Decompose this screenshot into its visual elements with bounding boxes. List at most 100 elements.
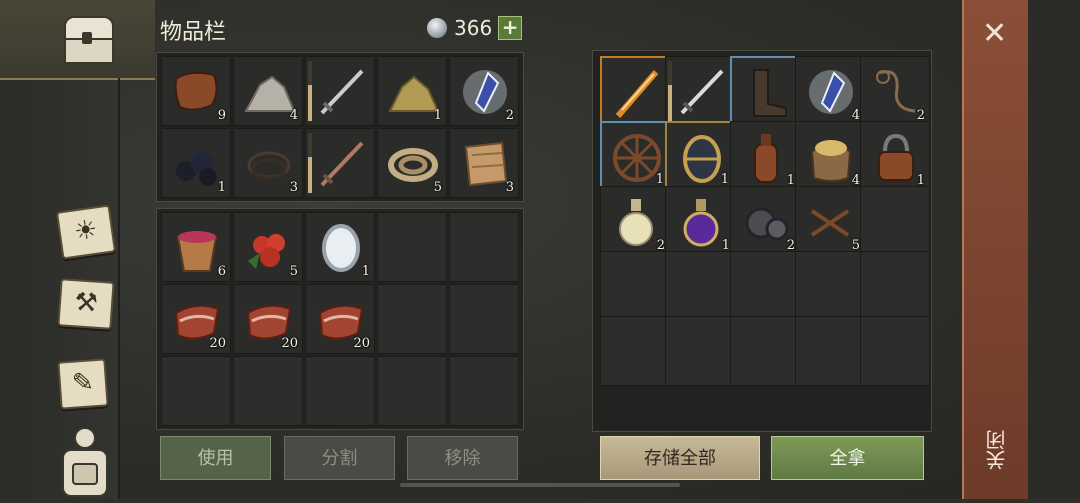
item-slot-sulfur-pile[interactable]: 1 bbox=[377, 56, 447, 126]
item-count: 1 bbox=[720, 172, 729, 187]
item-count: 20 bbox=[281, 336, 298, 351]
empty-slot[interactable] bbox=[795, 251, 865, 321]
item-slot-fire-staff[interactable] bbox=[600, 56, 670, 126]
currency-value: 366 bbox=[454, 16, 493, 40]
item-slot-whip-rope[interactable]: 2 bbox=[860, 56, 930, 126]
leather-flask-icon bbox=[754, 134, 778, 183]
empty-slot[interactable] bbox=[600, 251, 670, 321]
item-count: 1 bbox=[433, 108, 442, 123]
empty-slot[interactable] bbox=[730, 251, 800, 321]
item-count: 3 bbox=[289, 180, 298, 195]
item-slot-rope-coil[interactable]: 5 bbox=[377, 128, 447, 198]
empty-slot[interactable] bbox=[449, 284, 519, 354]
hammer-map-icon[interactable]: ⚒ bbox=[55, 272, 115, 332]
item-slot-crystal-shard[interactable]: 4 bbox=[795, 56, 865, 126]
character-backpack-icon[interactable] bbox=[55, 424, 115, 499]
item-slot-padlock[interactable]: 1 bbox=[860, 121, 930, 191]
store-all-button[interactable]: 存储全部 bbox=[600, 436, 760, 480]
item-slot-leather-boots[interactable] bbox=[730, 56, 800, 126]
item-slot-berry-bucket[interactable]: 6 bbox=[161, 212, 231, 282]
padlock-icon bbox=[878, 133, 914, 181]
stone-pile-icon bbox=[244, 75, 296, 112]
item-slot-crystal-shard[interactable]: 2 bbox=[449, 56, 519, 126]
cloth-roll-icon bbox=[464, 141, 508, 187]
item-slot-raw-meat[interactable]: 20 bbox=[161, 284, 231, 354]
empty-slot[interactable] bbox=[665, 316, 735, 386]
item-slot-iron-sword[interactable] bbox=[305, 56, 375, 126]
empty-slot[interactable] bbox=[730, 316, 800, 386]
item-slot-cloth-roll[interactable]: 3 bbox=[449, 128, 519, 198]
item-slot-magic-potion[interactable]: 1 bbox=[665, 186, 735, 256]
item-count: 4 bbox=[289, 108, 298, 123]
split-button[interactable]: 分割 bbox=[284, 436, 395, 480]
item-count: 2 bbox=[505, 108, 514, 123]
empty-slot[interactable] bbox=[377, 212, 447, 282]
red-berries-icon bbox=[248, 234, 285, 269]
item-slot-potion-flask[interactable]: 2 bbox=[600, 186, 670, 256]
remove-button[interactable]: 移除 bbox=[407, 436, 518, 480]
item-slot-red-berries[interactable]: 5 bbox=[233, 212, 303, 282]
empty-slot[interactable] bbox=[860, 316, 930, 386]
durability-bar bbox=[308, 133, 312, 193]
empty-slot[interactable] bbox=[860, 251, 930, 321]
currency-display: 366 + bbox=[426, 16, 523, 40]
item-slot-wire-coil[interactable]: 3 bbox=[233, 128, 303, 198]
copper-sword-icon bbox=[320, 141, 364, 187]
empty-slot[interactable] bbox=[600, 316, 670, 386]
item-slot-raw-meat[interactable]: 20 bbox=[305, 284, 375, 354]
empty-slot[interactable] bbox=[161, 356, 231, 426]
item-slot-copper-sword[interactable] bbox=[305, 128, 375, 198]
whip-rope-icon bbox=[876, 70, 916, 113]
sun-scroll-icon[interactable]: ☀ bbox=[55, 200, 117, 260]
berry-bucket-icon bbox=[176, 231, 218, 272]
item-count: 3 bbox=[505, 180, 514, 195]
durability-bar bbox=[308, 61, 312, 121]
take-all-button[interactable]: 全拿 bbox=[771, 436, 924, 480]
quill-scroll-icon[interactable]: ✎ bbox=[55, 352, 115, 412]
empty-slot[interactable] bbox=[860, 186, 930, 256]
item-slot-leather-flask[interactable]: 1 bbox=[730, 121, 800, 191]
silver-mirror-icon bbox=[322, 224, 360, 272]
horizontal-scrollbar[interactable] bbox=[400, 483, 680, 487]
steel-sword-icon bbox=[680, 69, 724, 115]
item-slot-grain-sack[interactable]: 4 bbox=[795, 121, 865, 191]
coin-icon bbox=[426, 17, 448, 39]
potion-flask-icon bbox=[619, 199, 653, 246]
wire-coil-icon bbox=[247, 151, 291, 180]
chest-icon[interactable] bbox=[60, 12, 114, 64]
empty-slot[interactable] bbox=[377, 356, 447, 426]
close-panel-button[interactable]: ✕ 关闭 bbox=[962, 0, 1030, 499]
empty-slot[interactable] bbox=[795, 316, 865, 386]
item-slot-gear-parts[interactable]: 2 bbox=[730, 186, 800, 256]
item-slot-coal-lumps[interactable]: 1 bbox=[161, 128, 231, 198]
item-count: 5 bbox=[433, 180, 442, 195]
leather-boots-icon bbox=[753, 69, 787, 117]
magic-potion-icon bbox=[683, 199, 719, 247]
empty-slot[interactable] bbox=[449, 212, 519, 282]
close-icon[interactable]: ✕ bbox=[982, 16, 1007, 51]
item-slot-steel-sword[interactable] bbox=[665, 56, 735, 126]
fire-staff-icon bbox=[615, 70, 659, 118]
nav-divider bbox=[118, 78, 120, 499]
rope-coil-icon bbox=[388, 148, 438, 182]
use-button[interactable]: 使用 bbox=[160, 436, 271, 480]
item-slot-golden-egg[interactable]: 1 bbox=[665, 121, 735, 191]
item-slot-silver-mirror[interactable]: 1 bbox=[305, 212, 375, 282]
item-slot-leather-hide[interactable]: 9 bbox=[161, 56, 231, 126]
empty-slot[interactable] bbox=[305, 356, 375, 426]
empty-slot[interactable] bbox=[233, 356, 303, 426]
coal-lumps-icon bbox=[176, 152, 217, 186]
crystal-shard-icon bbox=[809, 70, 853, 114]
add-currency-button[interactable]: + bbox=[498, 16, 523, 40]
item-slot-raw-meat[interactable]: 20 bbox=[233, 284, 303, 354]
nails-icon bbox=[810, 209, 850, 237]
item-slot-cart-wheel[interactable]: 1 bbox=[600, 121, 670, 191]
empty-slot[interactable] bbox=[377, 284, 447, 354]
empty-slot[interactable] bbox=[665, 251, 735, 321]
item-slot-nails[interactable]: 5 bbox=[795, 186, 865, 256]
item-count: 6 bbox=[217, 264, 226, 279]
item-count: 20 bbox=[209, 336, 226, 351]
item-slot-stone-pile[interactable]: 4 bbox=[233, 56, 303, 126]
empty-slot[interactable] bbox=[449, 356, 519, 426]
inventory-title: 物品栏 bbox=[160, 20, 227, 45]
